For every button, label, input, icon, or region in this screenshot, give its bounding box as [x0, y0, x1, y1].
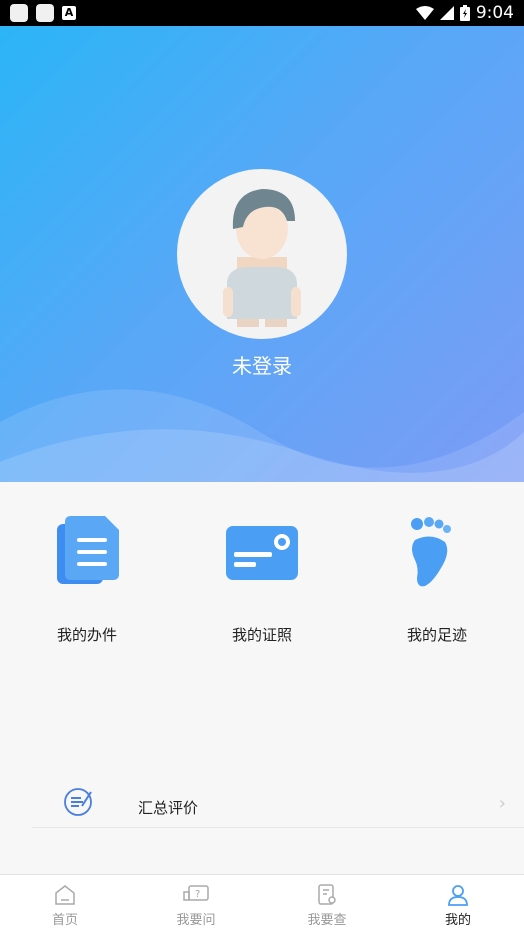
footprint-icon: [411, 517, 451, 587]
notification-icon: [10, 4, 28, 22]
letter-a-icon: A: [62, 6, 76, 20]
my-licenses-label: 我的证照: [231, 626, 292, 644]
tab-bar: 首页 ? 我要问 我要查 我的: [0, 874, 524, 931]
wave-decoration: [0, 389, 524, 482]
user-icon: [448, 885, 468, 906]
notification-icon: [36, 4, 54, 22]
tab-ask[interactable]: ? 我要问: [131, 875, 261, 931]
tab-check[interactable]: 我要查: [262, 875, 392, 931]
summary-evaluation-row[interactable]: 汇总评价 ›: [32, 788, 524, 828]
tab-mine[interactable]: 我的: [393, 875, 523, 931]
avatar[interactable]: [177, 169, 347, 339]
summary-evaluation-label: 汇总评价: [138, 799, 199, 817]
my-licenses-button[interactable]: 我的证照: [202, 512, 322, 645]
my-cases-button[interactable]: 我的办件: [27, 512, 147, 645]
chevron-right-icon: ›: [498, 793, 506, 814]
status-left-icons: A: [10, 4, 76, 22]
profile-header: 未登录: [0, 26, 524, 482]
status-bar: A 9:04: [0, 0, 524, 26]
tab-home[interactable]: 首页: [0, 875, 130, 931]
question-icon: ?: [183, 885, 209, 901]
battery-icon: [459, 5, 470, 21]
clock: 9:04: [475, 3, 514, 23]
search-doc-icon: [318, 884, 336, 905]
username-label[interactable]: 未登录: [0, 350, 524, 379]
tab-home-label: 首页: [51, 913, 78, 928]
status-right: 9:04: [415, 3, 514, 23]
id-card-icon: [226, 526, 298, 580]
default-avatar-icon: [223, 189, 301, 327]
evaluation-icon: [64, 788, 92, 816]
my-cases-label: 我的办件: [56, 626, 117, 644]
home-icon: [55, 885, 75, 905]
quick-actions: 我的办件 我的证照 我的足迹 汇总评价 ›: [0, 482, 524, 874]
my-footprint-button[interactable]: 我的足迹: [377, 512, 497, 645]
tab-check-label: 我要查: [307, 913, 347, 928]
tab-mine-label: 我的: [444, 913, 471, 928]
my-footprint-label: 我的足迹: [406, 626, 467, 644]
signal-icon: [439, 6, 454, 20]
wifi-icon: [415, 6, 434, 20]
documents-icon: [57, 516, 119, 584]
tab-ask-label: 我要问: [176, 913, 216, 928]
svg-text:?: ?: [195, 889, 200, 900]
